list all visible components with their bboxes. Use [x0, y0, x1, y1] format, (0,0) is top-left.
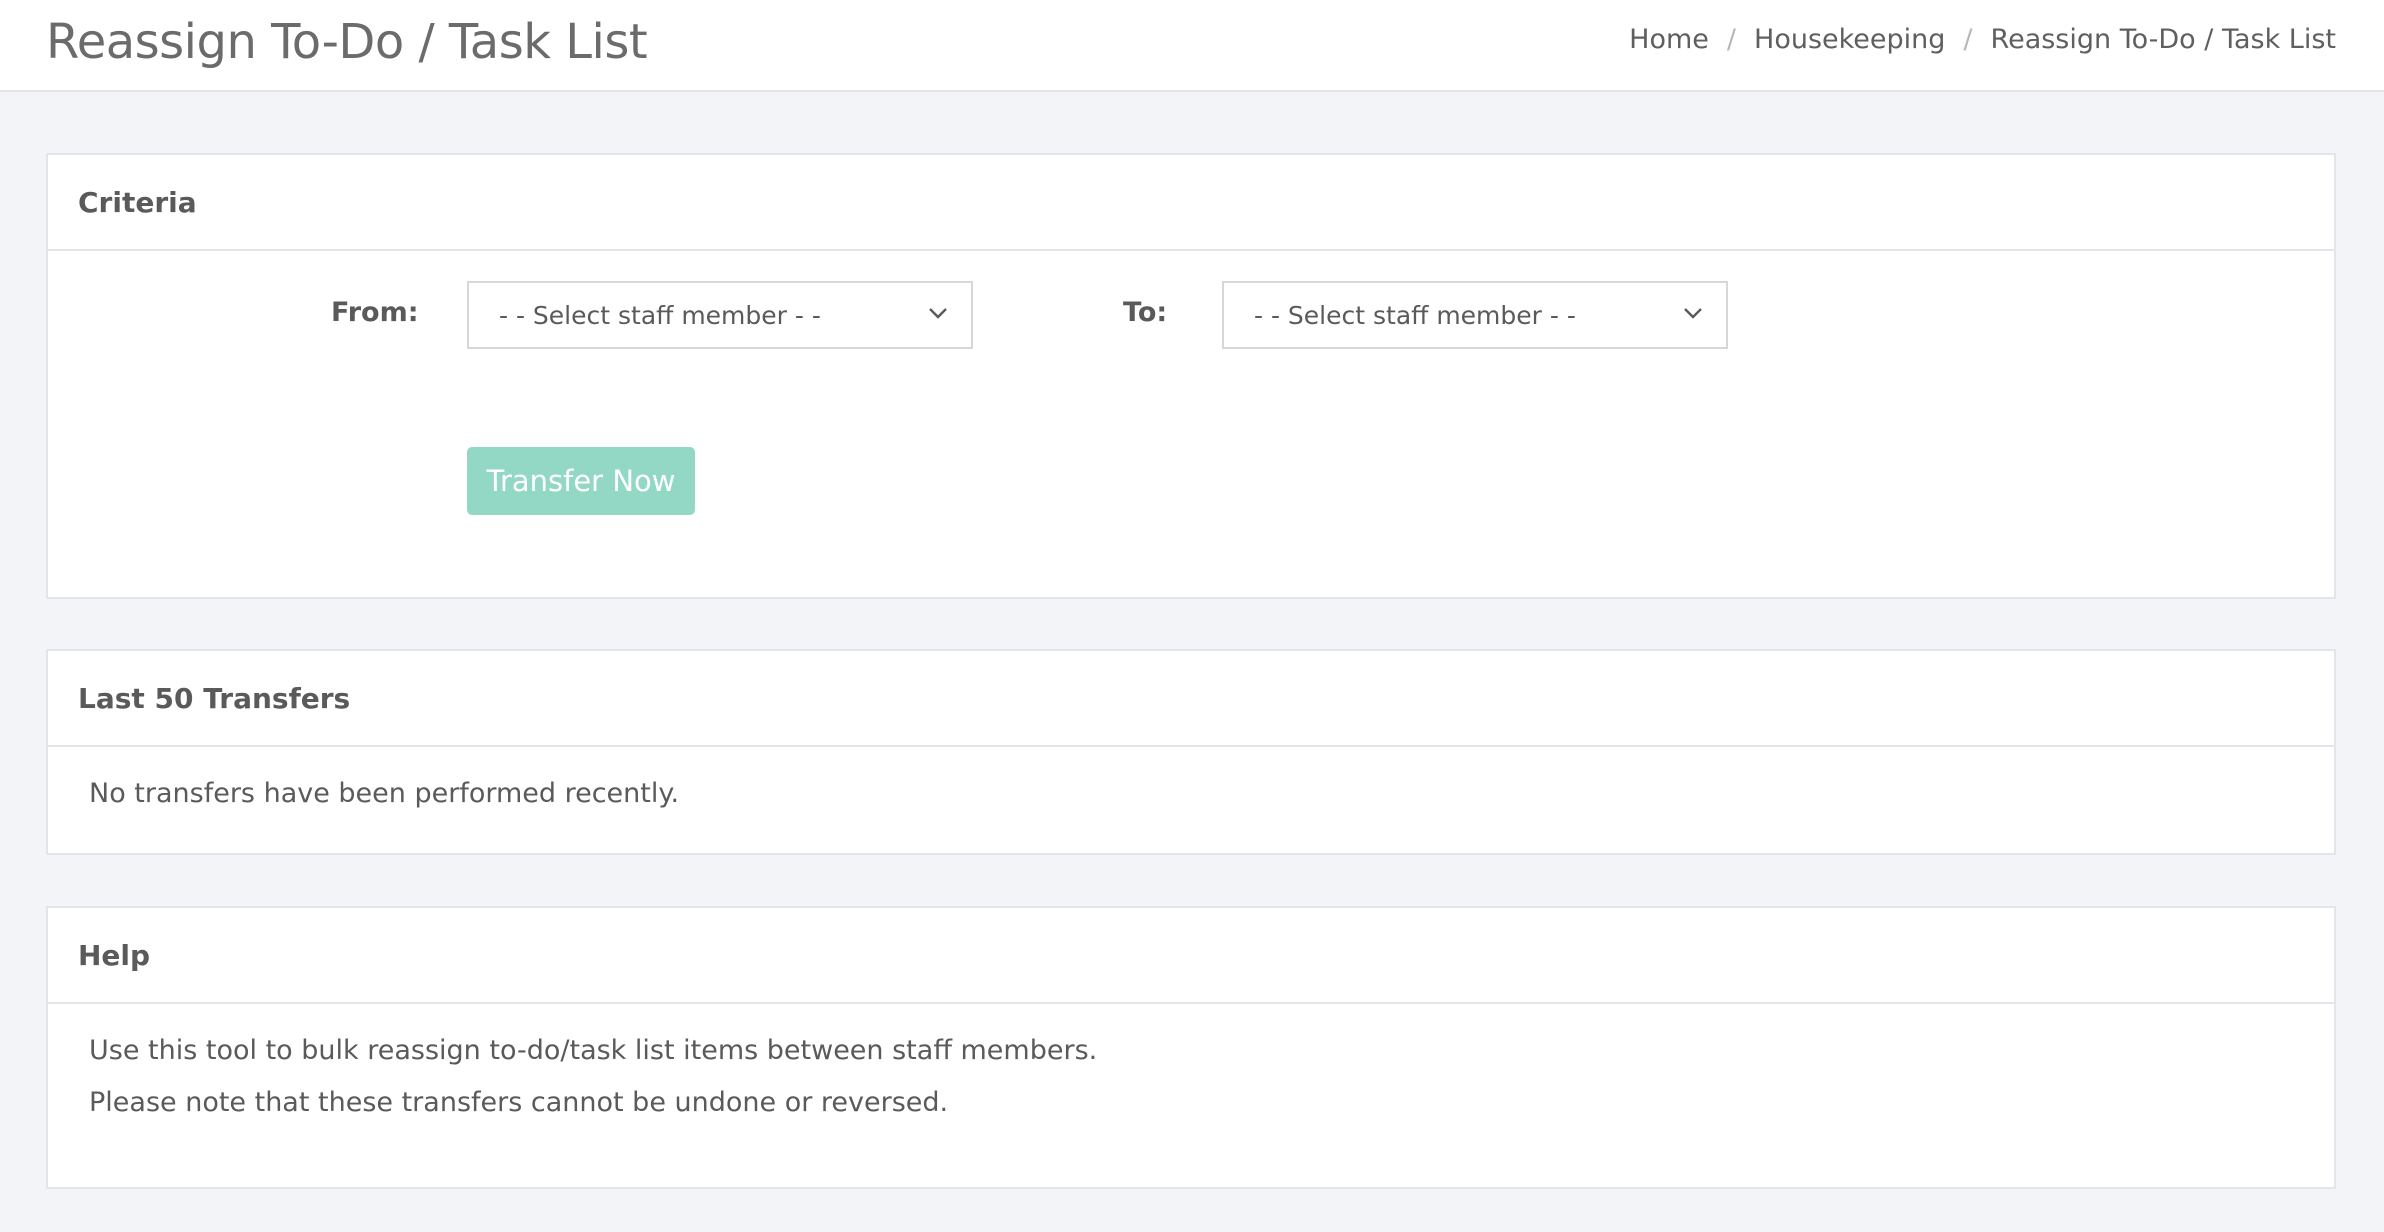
chevron-down-icon: [1684, 308, 1702, 319]
breadcrumb-separator: /: [1963, 24, 1973, 55]
transfer-now-button[interactable]: Transfer Now: [467, 447, 695, 515]
breadcrumb-home[interactable]: Home: [1629, 24, 1709, 55]
breadcrumb-housekeeping[interactable]: Housekeeping: [1754, 24, 1945, 55]
to-label: To:: [1123, 297, 1168, 328]
to-staff-select[interactable]: - - Select staff member - -: [1222, 281, 1728, 349]
help-card: Help Use this tool to bulk reassign to-d…: [46, 906, 2336, 1189]
from-label: From:: [331, 297, 419, 328]
help-card-header: Help: [48, 908, 2334, 1004]
transfers-card: Last 50 Transfers No transfers have been…: [46, 649, 2336, 855]
transfers-empty-message: No transfers have been performed recentl…: [89, 778, 680, 809]
breadcrumb-separator: /: [1726, 24, 1737, 55]
transfers-card-header: Last 50 Transfers: [48, 651, 2334, 747]
breadcrumb-current: Reassign To-Do / Task List: [1990, 24, 2336, 55]
criteria-card-title: Criteria: [78, 185, 197, 219]
to-staff-select-value: - - Select staff member - -: [1254, 300, 1576, 330]
from-staff-select-value: - - Select staff member - -: [499, 300, 821, 330]
page-title: Reassign To-Do / Task List: [46, 14, 648, 70]
breadcrumb: Home / Housekeeping / Reassign To-Do / T…: [1629, 24, 2336, 55]
help-text-line: Use this tool to bulk reassign to-do/tas…: [89, 1035, 1098, 1066]
help-text-line: Please note that these transfers cannot …: [89, 1087, 949, 1118]
help-card-title: Help: [78, 938, 151, 972]
transfers-card-title: Last 50 Transfers: [78, 681, 351, 715]
chevron-down-icon: [929, 308, 947, 319]
page-header: Reassign To-Do / Task List Home / Housek…: [0, 0, 2384, 92]
from-staff-select[interactable]: - - Select staff member - -: [467, 281, 973, 349]
criteria-card-header: Criteria: [48, 155, 2334, 251]
criteria-card: Criteria From: - - Select staff member -…: [46, 153, 2336, 599]
